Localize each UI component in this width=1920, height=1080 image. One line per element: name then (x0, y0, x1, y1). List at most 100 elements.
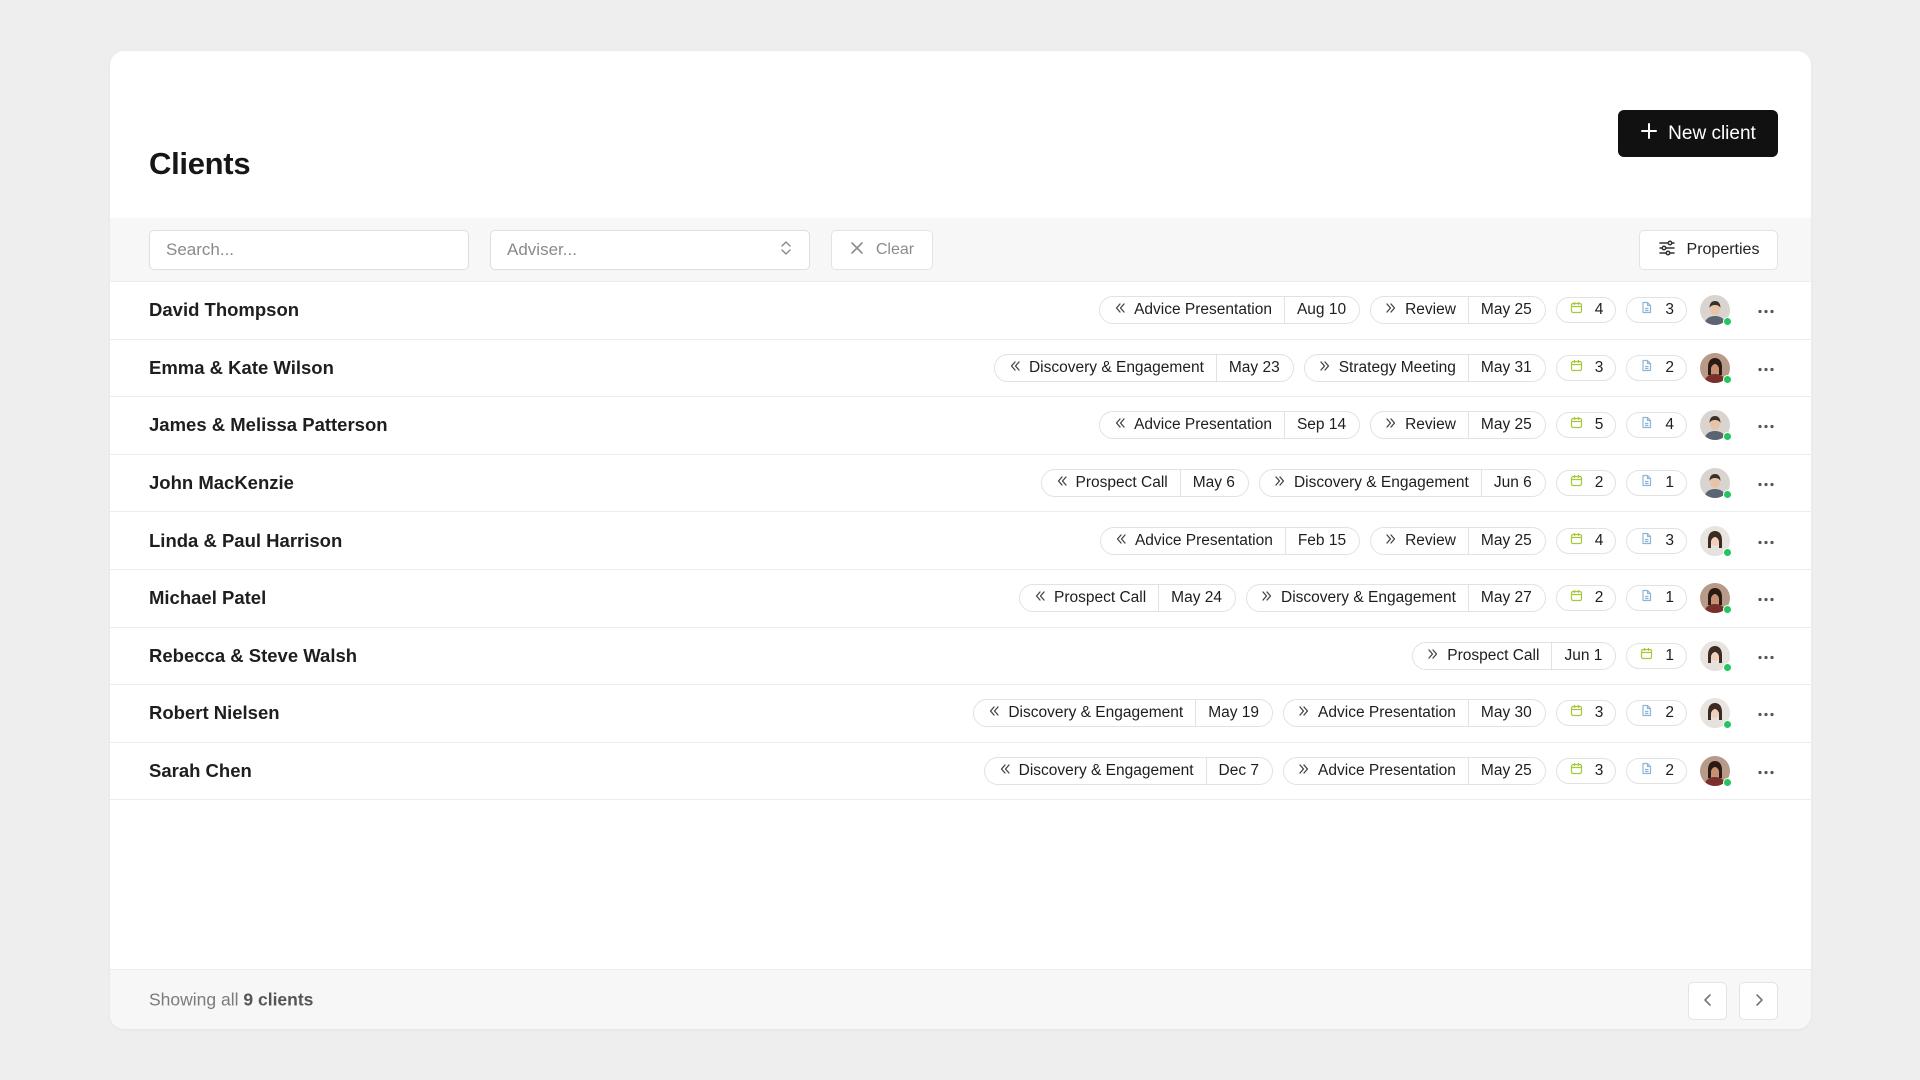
documents-count[interactable]: 2 (1626, 758, 1687, 785)
client-name[interactable]: Robert Nielsen (149, 702, 280, 724)
more-options-button[interactable] (1755, 645, 1777, 667)
client-row-details: Advice Presentation Sep 14 Review May 25 5 4 (1099, 410, 1777, 442)
previous-stage-pill[interactable]: Discovery & Engagement May 19 (973, 699, 1274, 728)
documents-count[interactable]: 2 (1626, 700, 1687, 727)
properties-button[interactable]: Properties (1639, 230, 1778, 270)
next-stage-pill[interactable]: Advice Presentation May 25 (1283, 757, 1546, 786)
next-stage-pill[interactable]: Discovery & Engagement Jun 6 (1258, 469, 1546, 498)
client-row[interactable]: James & Melissa Patterson Advice Presenta… (110, 397, 1811, 455)
previous-page-button[interactable] (1688, 982, 1727, 1020)
client-name[interactable]: Rebecca & Steve Walsh (149, 645, 357, 667)
meetings-count[interactable]: 1 (1626, 642, 1687, 669)
client-name[interactable]: Michael Patel (149, 587, 266, 609)
client-name[interactable]: John MacKenzie (149, 472, 294, 494)
client-row[interactable]: David Thompson Advice Presentation Aug 10 R… (110, 282, 1811, 340)
more-options-button[interactable] (1755, 414, 1777, 436)
client-name[interactable]: David Thompson (149, 299, 299, 321)
client-row[interactable]: Sarah Chen Discovery & Engagement Dec 7 Adv… (110, 743, 1811, 801)
more-options-button[interactable] (1755, 587, 1777, 609)
meetings-count-value: 2 (1594, 589, 1604, 607)
document-icon (1640, 359, 1653, 377)
next-stage-pill[interactable]: Prospect Call Jun 1 (1412, 641, 1617, 670)
next-stage-pill[interactable]: Strategy Meeting May 31 (1303, 353, 1546, 382)
previous-stage-pill[interactable]: Discovery & Engagement Dec 7 (983, 757, 1274, 786)
client-row[interactable]: Rebecca & Steve Walsh Prospect Call Jun 1 1 (110, 628, 1811, 686)
adviser-avatar[interactable] (1700, 756, 1732, 788)
chevrons-left-icon (1114, 301, 1126, 319)
documents-count[interactable]: 3 (1626, 527, 1687, 554)
next-stage-pill[interactable]: Review May 25 (1370, 526, 1546, 555)
client-row[interactable]: Michael Patel Prospect Call May 24 Discover… (110, 570, 1811, 628)
previous-stage-pill[interactable]: Prospect Call May 6 (1040, 469, 1249, 498)
adviser-avatar[interactable] (1700, 468, 1732, 500)
documents-count[interactable]: 1 (1626, 585, 1687, 612)
documents-count[interactable]: 2 (1626, 354, 1687, 381)
client-row[interactable]: Robert Nielsen Discovery & Engagement May … (110, 685, 1811, 743)
result-count-value: 9 clients (243, 989, 314, 1009)
next-stage-pill[interactable]: Discovery & Engagement May 27 (1246, 584, 1546, 613)
more-options-button[interactable] (1755, 299, 1777, 321)
meetings-count[interactable]: 4 (1555, 297, 1617, 324)
meetings-count[interactable]: 5 (1555, 412, 1617, 439)
next-stage-pill[interactable]: Review May 25 (1370, 411, 1546, 440)
more-options-button[interactable] (1755, 702, 1777, 724)
meetings-count[interactable]: 2 (1555, 585, 1617, 612)
adviser-select[interactable]: Adviser... (490, 230, 810, 270)
adviser-avatar[interactable] (1700, 352, 1732, 384)
meetings-count[interactable]: 3 (1555, 700, 1617, 727)
previous-stage-pill[interactable]: Prospect Call May 24 (1018, 584, 1237, 613)
meetings-count[interactable]: 3 (1555, 758, 1617, 785)
client-name[interactable]: James & Melissa Patterson (149, 414, 388, 436)
more-options-button[interactable] (1755, 472, 1777, 494)
result-count-prefix: Showing all (149, 989, 239, 1009)
more-options-button[interactable] (1755, 530, 1777, 552)
adviser-avatar[interactable] (1700, 583, 1732, 615)
previous-stage-pill[interactable]: Discovery & Engagement May 23 (993, 353, 1294, 382)
clear-label: Clear (875, 241, 915, 258)
chevrons-right-icon (1274, 474, 1286, 492)
adviser-avatar[interactable] (1700, 698, 1732, 730)
more-options-button[interactable] (1755, 760, 1777, 782)
page-header: Clients New client (110, 51, 1811, 218)
next-stage-pill[interactable]: Advice Presentation May 30 (1283, 699, 1546, 728)
next-stage-pill[interactable]: Review May 25 (1370, 296, 1546, 325)
client-name[interactable]: Sarah Chen (149, 760, 252, 782)
documents-count-value: 1 (1665, 474, 1674, 492)
documents-count[interactable]: 4 (1626, 412, 1687, 439)
meetings-count-value: 2 (1594, 474, 1604, 492)
next-page-button[interactable] (1739, 982, 1778, 1020)
clear-filters-button[interactable]: Clear (831, 230, 933, 270)
adviser-avatar[interactable] (1700, 640, 1732, 672)
meetings-count[interactable]: 2 (1555, 470, 1617, 497)
previous-stage-pill-stage: Prospect Call (1042, 470, 1180, 496)
client-row[interactable]: Linda & Paul Harrison Advice Presentation… (110, 512, 1811, 570)
previous-stage-pill[interactable]: Advice Presentation Aug 10 (1099, 296, 1361, 325)
client-name[interactable]: Linda & Paul Harrison (149, 530, 342, 552)
calendar-icon (1570, 474, 1583, 492)
client-row-details: Discovery & Engagement May 19 Advice Prese… (973, 698, 1777, 730)
previous-stage-pill[interactable]: Advice Presentation Sep 14 (1099, 411, 1361, 440)
calendar-icon (1570, 301, 1583, 319)
meetings-count[interactable]: 3 (1555, 354, 1617, 381)
adviser-avatar[interactable] (1700, 410, 1732, 442)
search-input[interactable] (149, 230, 469, 270)
next-stage-pill-date: Jun 6 (1480, 470, 1545, 497)
new-client-button[interactable]: New client (1618, 110, 1778, 157)
client-row[interactable]: John MacKenzie Prospect Call May 6 Discover… (110, 455, 1811, 513)
client-row[interactable]: Emma & Kate Wilson Discovery & Engagement… (110, 340, 1811, 398)
calendar-icon (1570, 589, 1583, 607)
meetings-count[interactable]: 4 (1555, 527, 1617, 554)
adviser-avatar[interactable] (1700, 525, 1732, 557)
client-name[interactable]: Emma & Kate Wilson (149, 357, 334, 379)
documents-count[interactable]: 1 (1626, 470, 1687, 497)
chevrons-right-icon (1385, 416, 1397, 434)
adviser-avatar[interactable] (1700, 295, 1732, 327)
meetings-count-value: 3 (1594, 704, 1604, 722)
chevrons-right-icon (1298, 762, 1310, 780)
documents-count-value: 2 (1665, 704, 1674, 722)
previous-stage-pill[interactable]: Advice Presentation Feb 15 (1099, 526, 1361, 555)
documents-count[interactable]: 3 (1626, 297, 1687, 324)
stage-label: Review (1405, 531, 1456, 549)
chevrons-right-icon (1427, 647, 1439, 665)
more-options-button[interactable] (1755, 357, 1777, 379)
